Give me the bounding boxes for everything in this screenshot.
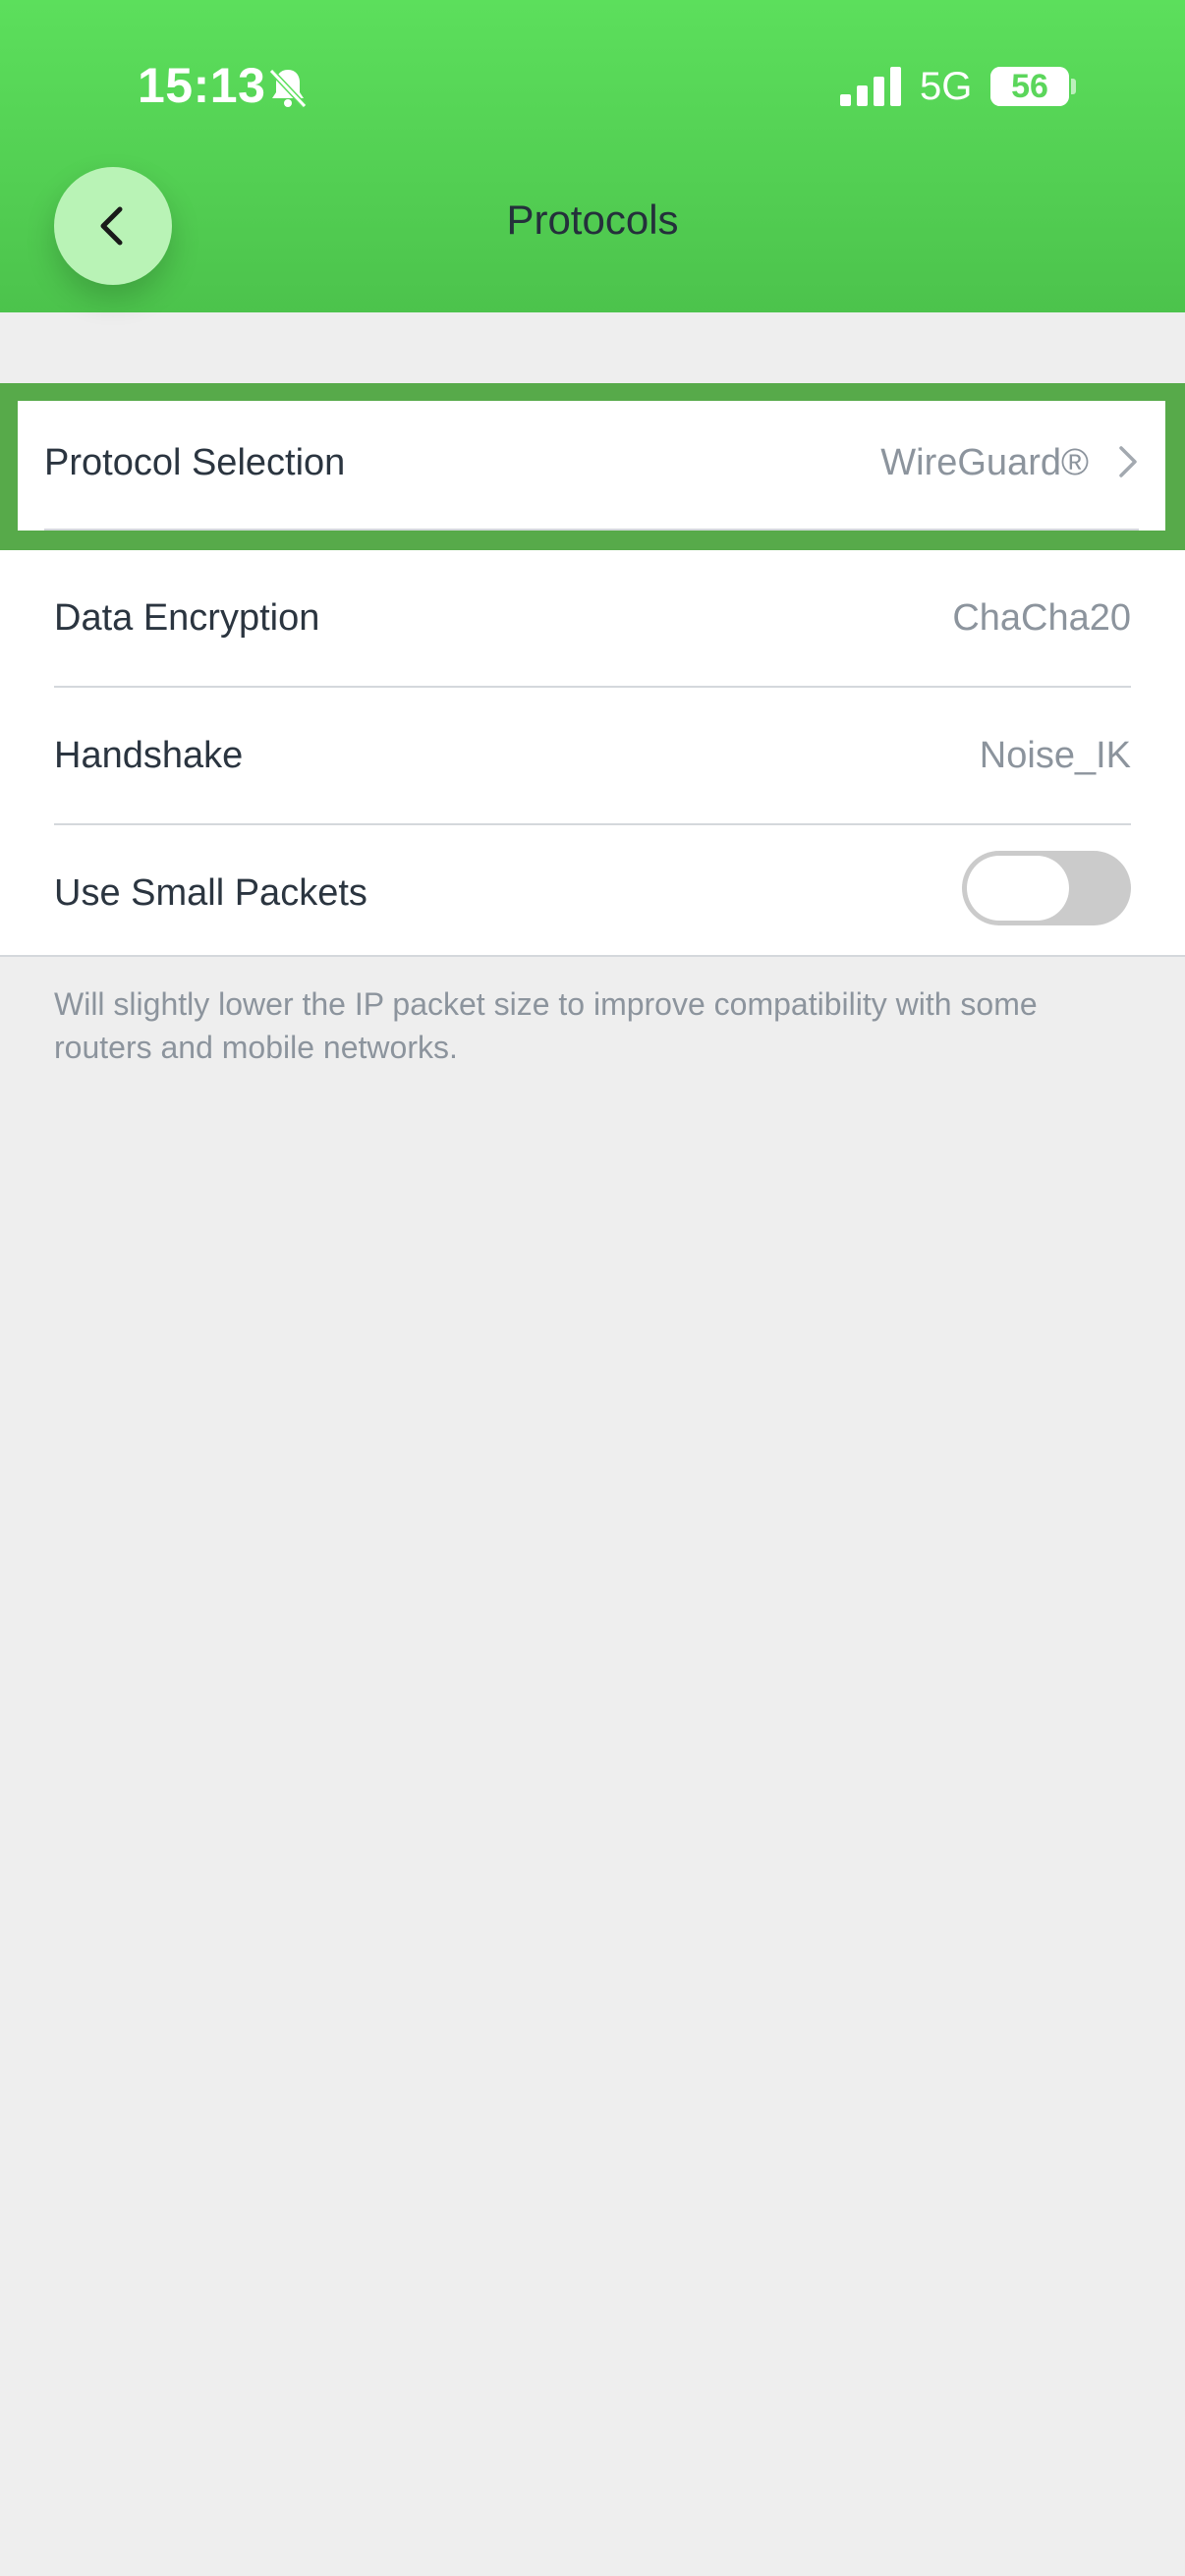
handshake-row: Handshake Noise_IK [0,688,1185,825]
small-packets-description: Will slightly lower the IP packet size t… [54,986,1038,1065]
data-encryption-label: Data Encryption [54,597,320,639]
list-bottom-border [0,955,1185,957]
battery-percent: 56 [1011,68,1048,105]
small-packets-label: Use Small Packets [54,872,367,914]
bell-muted-icon [268,68,308,109]
protocol-selection-row[interactable]: Protocol Selection WireGuard® [18,401,1165,531]
toggle-knob [967,856,1069,921]
battery-cap [1071,79,1076,94]
network-type: 5G [920,65,973,108]
page-title: Protocols [506,196,679,243]
protocol-selection-label: Protocol Selection [44,442,346,483]
data-encryption-row: Data Encryption ChaCha20 [0,550,1185,688]
protocol-selection-value: WireGuard® [880,442,1089,483]
handshake-value: Noise_IK [979,735,1131,776]
data-encryption-value: ChaCha20 [952,597,1131,639]
status-time: 15:13 [138,58,266,113]
settings-list: Data Encryption ChaCha20 Handshake Noise… [0,550,1185,955]
chevron-right-icon [1119,446,1137,477]
row-divider [44,529,1139,531]
battery-icon: 56 [990,67,1069,106]
app-header: 15:13 5G 56 Protocols [0,0,1185,312]
handshake-label: Handshake [54,735,244,776]
small-packets-toggle[interactable] [962,851,1131,925]
signal-icon [840,67,901,106]
